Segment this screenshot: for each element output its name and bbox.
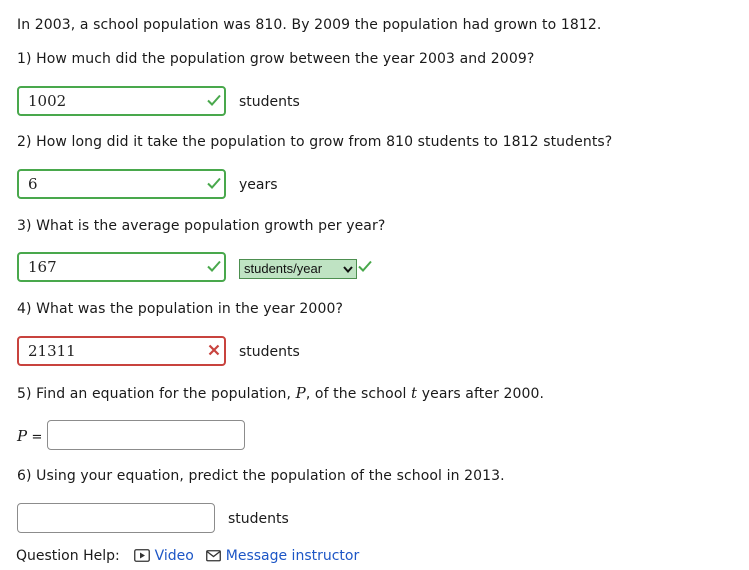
incorrect-x-icon xyxy=(208,344,220,356)
answer-4-unit: students xyxy=(239,344,300,360)
answer-2-unit: years xyxy=(239,177,278,193)
answer-6-input[interactable] xyxy=(17,503,215,533)
message-instructor-link[interactable]: Message instructor xyxy=(226,548,360,564)
answer-5-input[interactable] xyxy=(47,420,245,450)
answer-4-value: 21311 xyxy=(28,342,76,360)
question-4-text: 4) What was the population in the year 2… xyxy=(17,301,343,317)
answer-3-input[interactable]: 167 xyxy=(17,252,226,282)
answer-6-unit: students xyxy=(228,511,289,527)
video-icon xyxy=(134,549,151,562)
correct-check-icon xyxy=(207,260,221,272)
correct-check-icon xyxy=(358,260,372,272)
correct-check-icon xyxy=(207,177,221,189)
equation-lhs: P = xyxy=(17,427,43,445)
answer-1-input[interactable]: 1002 xyxy=(17,86,226,116)
question-6-text: 6) Using your equation, predict the popu… xyxy=(17,468,505,484)
answer-3-value: 167 xyxy=(28,258,57,276)
chevron-down-icon xyxy=(343,266,353,274)
question-2-text: 2) How long did it take the population t… xyxy=(17,134,613,150)
correct-check-icon xyxy=(207,94,221,106)
answer-2-input[interactable]: 6 xyxy=(17,169,226,199)
question-help: Question Help: Video Message instructor xyxy=(16,548,359,564)
intro-text: In 2003, a school population was 810. By… xyxy=(17,17,602,33)
question-5-text: 5) Find an equation for the population, … xyxy=(17,384,545,402)
answer-4-input[interactable]: 21311 xyxy=(17,336,226,366)
answer-1-unit: students xyxy=(239,94,300,110)
question-help-label: Question Help: xyxy=(16,548,120,564)
answer-1-value: 1002 xyxy=(28,92,67,110)
variable-p: P xyxy=(295,384,306,402)
question-1-text: 1) How much did the population grow betw… xyxy=(17,51,535,67)
unit-select-value: students/year xyxy=(244,261,323,276)
video-link[interactable]: Video xyxy=(155,548,194,564)
unit-select[interactable]: students/year xyxy=(239,259,357,279)
answer-2-value: 6 xyxy=(28,175,38,193)
question-3-text: 3) What is the average population growth… xyxy=(17,218,386,234)
mail-icon xyxy=(206,550,222,562)
